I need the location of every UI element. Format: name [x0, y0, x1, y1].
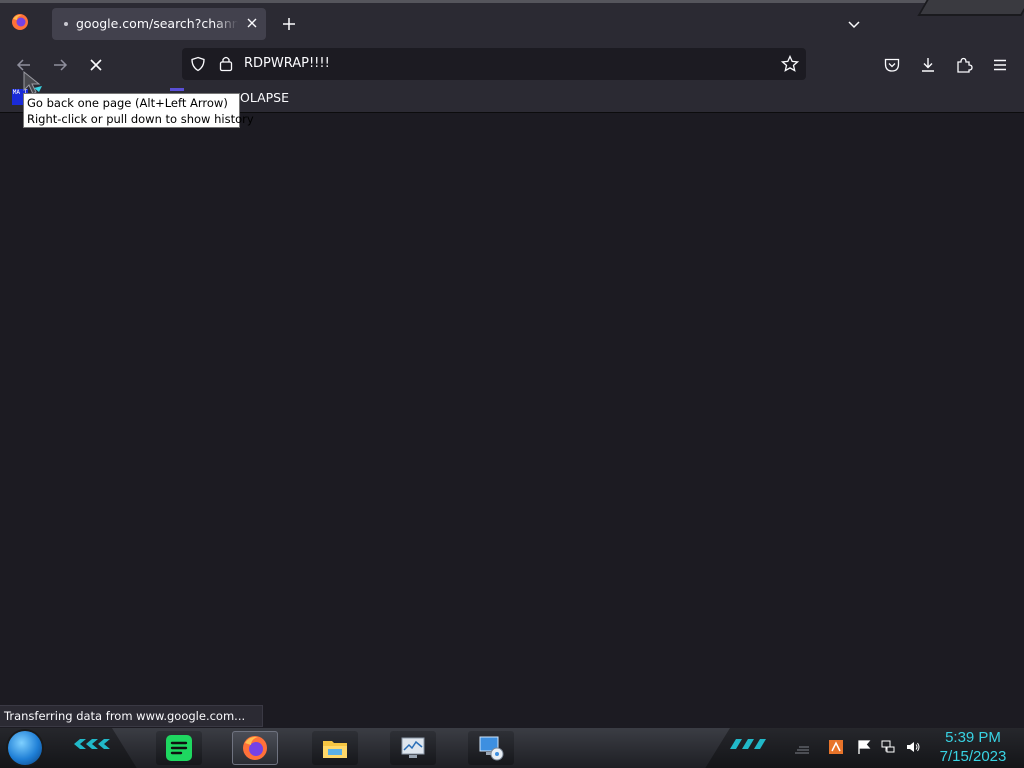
- clock-time: 5:39 PM: [945, 729, 1001, 746]
- start-button[interactable]: [8, 731, 42, 765]
- extensions-puzzle-icon[interactable]: [955, 56, 973, 74]
- tray-grip-icon[interactable]: [794, 739, 810, 755]
- new-tab-icon[interactable]: [280, 15, 298, 33]
- taskbar-app-task-manager[interactable]: [390, 731, 436, 765]
- tab-strip: google.com/search?channel=fs: [0, 0, 1024, 47]
- pocket-icon[interactable]: [883, 56, 901, 74]
- forward-arrow-icon[interactable]: [51, 56, 69, 74]
- address-bar[interactable]: RDPWRAP!!!!: [182, 48, 806, 80]
- clock-date: 7/15/2023: [939, 748, 1007, 765]
- left-decoration-chevrons: [74, 739, 110, 749]
- tray-app-icon[interactable]: [828, 739, 844, 755]
- taskbar-clock[interactable]: 5:39 PM 7/15/2023: [932, 728, 1014, 768]
- bookmark-accent: [170, 88, 184, 91]
- lock-icon[interactable]: [218, 55, 234, 72]
- taskbar: 5:39 PM 7/15/2023: [0, 728, 1024, 768]
- taskbar-app-file-explorer[interactable]: [312, 731, 358, 765]
- back-button-tooltip: Go back one page (Alt+Left Arrow) Right-…: [23, 93, 254, 128]
- window-decoration: [917, 0, 1024, 16]
- volume-icon[interactable]: [905, 739, 921, 755]
- page-content-area: [0, 113, 1024, 730]
- spotify-icon: [166, 735, 192, 761]
- loading-dot-icon: [64, 22, 68, 26]
- action-center-flag-icon[interactable]: [856, 739, 872, 755]
- tab-title: google.com/search?channel=fs: [76, 16, 238, 31]
- firefox-icon: [243, 736, 267, 760]
- firefox-menu-icon[interactable]: [11, 13, 29, 31]
- bookmark-item[interactable]: OLAPSE: [240, 90, 289, 105]
- url-input[interactable]: RDPWRAP!!!!: [244, 56, 330, 71]
- navigation-toolbar: RDPWRAP!!!!: [0, 44, 1024, 84]
- folder-icon: [323, 741, 347, 758]
- hamburger-menu-icon[interactable]: [991, 56, 1009, 74]
- remote-desktop-icon: [479, 736, 504, 761]
- downloads-icon[interactable]: [919, 56, 937, 74]
- monitor-graph-icon: [401, 737, 425, 758]
- stop-loading-icon[interactable]: [87, 56, 105, 74]
- taskbar-app-firefox[interactable]: [232, 731, 278, 765]
- network-icon[interactable]: [880, 739, 896, 755]
- taskbar-app-spotify[interactable]: [156, 731, 202, 765]
- status-panel: Transferring data from www.google.com...: [0, 705, 263, 727]
- list-all-tabs-chevron-icon[interactable]: [846, 17, 862, 33]
- bookmark-star-icon[interactable]: [781, 55, 799, 73]
- tracking-protection-shield-icon[interactable]: [190, 56, 206, 72]
- right-decoration-chevrons: [730, 739, 766, 749]
- tab-google-search[interactable]: google.com/search?channel=fs: [52, 8, 266, 40]
- close-tab-icon[interactable]: [244, 15, 260, 31]
- tooltip-line-2: Right-click or pull down to show history: [27, 112, 254, 126]
- taskbar-app-remote-desktop[interactable]: [468, 731, 514, 765]
- tooltip-line-1: Go back one page (Alt+Left Arrow): [27, 96, 228, 110]
